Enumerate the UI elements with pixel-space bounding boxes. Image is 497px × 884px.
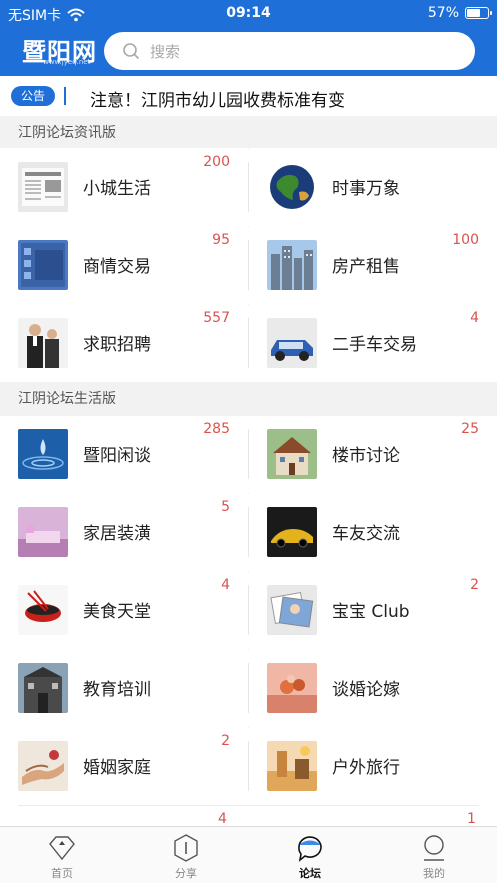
tab-forum-label: 论坛 <box>299 867 321 880</box>
forum-board-count: 100 <box>452 232 479 248</box>
forum-board-label: 教育培训 <box>83 680 151 700</box>
tab-mine-label: 我的 <box>423 867 445 880</box>
cell-divider <box>248 663 249 713</box>
forum-board-count: 4 <box>221 577 230 593</box>
forum-board-cell[interactable]: 车友交流 <box>249 493 497 571</box>
wedding-thumbnail <box>267 663 317 713</box>
tab-mine[interactable]: 我的 <box>372 827 496 884</box>
forum-board-count: 200 <box>203 154 230 170</box>
forum-board-count: 285 <box>203 421 230 437</box>
tab-share-label: 分享 <box>175 867 197 880</box>
bottom-tab-bar: 首页 分享 论坛 我的 <box>0 826 497 883</box>
announcement-divider <box>64 87 66 105</box>
sportscar-thumbnail <box>267 507 317 557</box>
forum-board-label: 婚姻家庭 <box>83 758 151 778</box>
forum-board-count: 2 <box>470 577 479 593</box>
forum-board-cell[interactable]: 求职招聘 557 <box>0 304 248 382</box>
house-thumbnail <box>267 429 317 479</box>
car-thumbnail <box>267 318 317 368</box>
search-icon <box>123 43 140 60</box>
forum-board-cell[interactable]: 楼市讨论 25 <box>249 415 497 493</box>
forum-board-label: 家居装潢 <box>83 524 151 544</box>
forum-board-label: 小城生活 <box>83 179 151 199</box>
section-header-life: 江阴论坛生活版 <box>0 382 497 416</box>
tab-home-label: 首页 <box>51 867 73 880</box>
forum-board-count: 557 <box>203 310 230 326</box>
status-time: 09:14 <box>226 5 271 21</box>
cell-divider <box>248 240 249 290</box>
forum-bubble-icon <box>298 836 322 862</box>
announcement-bar[interactable]: 公告 注意！江阴市幼儿园收费标准有变 <box>0 76 497 116</box>
forum-board-label: 时事万象 <box>332 179 400 199</box>
forum-board-cell[interactable]: 美食天堂 4 <box>0 571 248 649</box>
search-bar[interactable]: 搜索 <box>104 32 475 70</box>
forum-board-cell[interactable]: 谈婚论嫁 <box>249 649 497 727</box>
section-header-news: 江阴论坛资讯版 <box>0 116 497 150</box>
share-badge-icon <box>174 834 198 862</box>
forum-board-cell[interactable]: 宝宝 Club 2 <box>249 571 497 649</box>
forum-board-label: 谈婚论嫁 <box>332 680 400 700</box>
cell-divider <box>248 585 249 635</box>
newspaper-thumbnail <box>18 162 68 212</box>
forum-board-label: 宝宝 Club <box>332 602 410 622</box>
status-bar: 无SIM卡 09:14 57% <box>0 0 497 28</box>
profile-icon <box>424 835 444 861</box>
tab-forum[interactable]: 论坛 <box>248 827 372 884</box>
site-logo-url: www.jyeq.net <box>43 58 91 66</box>
forum-board-cell[interactable]: 教育培训 <box>0 649 248 727</box>
tab-home[interactable]: 首页 <box>0 827 124 884</box>
battery-icon <box>465 7 492 19</box>
forum-board-label: 车友交流 <box>332 524 400 544</box>
forum-board-cell[interactable]: 家居装潢 5 <box>0 493 248 571</box>
forum-board-count: 4 <box>470 310 479 326</box>
travel-thumbnail <box>267 741 317 791</box>
announcement-tag: 公告 <box>11 86 55 106</box>
cell-divider <box>248 318 249 368</box>
forum-board-label: 房产租售 <box>332 257 400 277</box>
bedroom-thumbnail <box>18 507 68 557</box>
screen-thumbnail <box>18 240 68 290</box>
status-right: 57% <box>427 5 492 21</box>
globe-thumbnail <box>267 162 317 212</box>
water-drop-thumbnail <box>18 429 68 479</box>
cell-divider <box>248 429 249 479</box>
search-placeholder: 搜索 <box>150 43 181 61</box>
announcement-text[interactable]: 注意！江阴市幼儿园收费标准有变 <box>90 86 345 111</box>
forum-board-cell[interactable]: 户外旅行 <box>249 727 497 805</box>
cell-divider <box>248 507 249 557</box>
forum-board-count: 5 <box>221 499 230 515</box>
forum-board-cell[interactable]: 商情交易 95 <box>0 226 248 304</box>
buildings-thumbnail <box>267 240 317 290</box>
school-thumbnail <box>18 663 68 713</box>
forum-board-count: 4 <box>218 811 227 827</box>
forum-board-label: 楼市讨论 <box>332 446 400 466</box>
hands-thumbnail <box>18 741 68 791</box>
forum-board-count: 2 <box>221 733 230 749</box>
tab-share[interactable]: 分享 <box>124 827 248 884</box>
row-divider <box>18 805 479 806</box>
forum-board-label: 美食天堂 <box>83 602 151 622</box>
cell-divider <box>248 741 249 791</box>
forum-board-cell[interactable]: 暨阳闲谈 285 <box>0 415 248 493</box>
forum-board-count: 1 <box>467 811 476 827</box>
forum-board-cell[interactable]: 时事万象 <box>249 148 497 226</box>
forum-board-cell[interactable]: 小城生活 200 <box>0 148 248 226</box>
home-diamond-icon <box>49 836 75 861</box>
cell-divider <box>248 162 249 212</box>
forum-board-label: 二手车交易 <box>332 335 417 355</box>
forum-board-count: 25 <box>461 421 479 437</box>
forum-board-label: 求职招聘 <box>83 335 151 355</box>
forum-board-count: 95 <box>212 232 230 248</box>
bowl-thumbnail <box>18 585 68 635</box>
forum-board-cell[interactable]: 二手车交易 4 <box>249 304 497 382</box>
forum-board-cell[interactable]: 房产租售 100 <box>249 226 497 304</box>
forum-board-label: 户外旅行 <box>332 758 400 778</box>
battery-percent: 57% <box>427 5 459 21</box>
forum-board-cell[interactable]: 婚姻家庭 2 <box>0 727 248 805</box>
photo-thumbnail <box>267 585 317 635</box>
forum-board-label: 商情交易 <box>83 257 151 277</box>
app-header: 暨阳网 www.jyeq.net 搜索 <box>0 28 497 76</box>
people-thumbnail <box>18 318 68 368</box>
forum-board-label: 暨阳闲谈 <box>83 446 151 466</box>
